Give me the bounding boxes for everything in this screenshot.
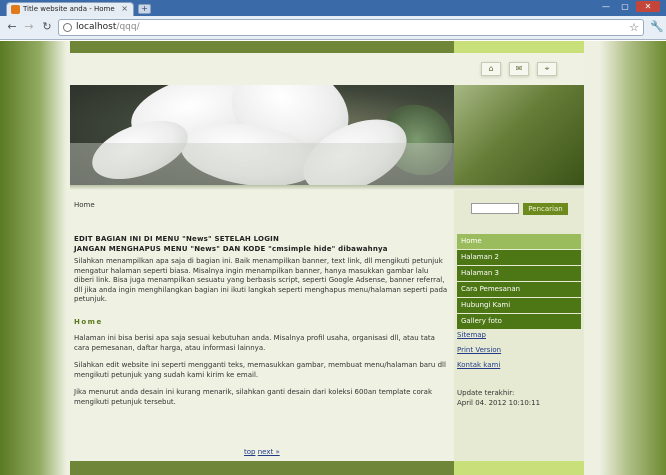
last-update: Update terakhir: April 04. 2012 10:10:11 <box>457 388 540 408</box>
menu-item-hubungi-kami[interactable]: Hubungi Kami <box>457 298 581 313</box>
top-bar <box>70 41 454 53</box>
browser-tab[interactable]: Title website anda - Home × <box>6 2 134 16</box>
window-maximize-button[interactable]: ▢ <box>617 1 633 12</box>
window-minimize-button[interactable]: — <box>598 1 614 12</box>
menu-item-halaman-3[interactable]: Halaman 3 <box>457 266 581 281</box>
search-button[interactable]: Pencarian <box>523 203 568 215</box>
favicon-icon <box>11 5 20 14</box>
sitemap-icon[interactable]: ⌖ <box>537 62 557 76</box>
kontak-kami-link[interactable]: Kontak kami <box>457 358 501 373</box>
menu-item-cara-pemesanan[interactable]: Cara Pemesanan <box>457 282 581 297</box>
sidebar: Pencarian Home Halaman 2 Halaman 3 Cara … <box>454 190 584 461</box>
page-viewport: ⌂ ✉ ⌖ Home EDIT BAGIAN INI DI MENU "News… <box>0 41 666 475</box>
bottom-bar <box>70 461 454 475</box>
home-icon[interactable]: ⌂ <box>481 62 501 76</box>
home-paragraph-1: Halaman ini bisa berisi apa saja sesuai … <box>74 334 435 352</box>
next-link[interactable]: next » <box>258 448 280 456</box>
edit-notice: EDIT BAGIAN INI DI MENU "News" SETELAH L… <box>74 234 450 254</box>
browser-titlebar: Title website anda - Home × + — ▢ ✕ <box>0 0 666 16</box>
address-bar[interactable]: localhost/qqq/ ☆ <box>58 19 644 36</box>
reload-icon[interactable]: ↻ <box>40 20 54 34</box>
menu-item-halaman-2[interactable]: Halaman 2 <box>457 250 581 265</box>
page-icon <box>63 23 72 32</box>
section-title: Home <box>74 318 103 326</box>
window-close-button[interactable]: ✕ <box>636 1 660 12</box>
top-bar-accent <box>454 41 584 53</box>
update-label: Update terakhir: <box>457 389 515 397</box>
browser-toolbar: ← → ↻ localhost/qqq/ ☆ 🔧 <box>0 16 666 40</box>
header-banner-image <box>70 85 454 185</box>
home-paragraph-2: Silahkan edit website ini seperti mengga… <box>74 361 446 379</box>
update-value: April 04. 2012 10:10:11 <box>457 399 541 407</box>
breadcrumb: Home <box>74 201 95 209</box>
tab-title: Title website anda - Home <box>23 5 115 13</box>
new-tab-button[interactable]: + <box>138 4 151 14</box>
back-arrow-icon[interactable]: ← <box>5 20 19 34</box>
search-input[interactable] <box>471 203 519 214</box>
intro-paragraph: Silahkan menampilkan apa saja di bagian … <box>74 257 448 303</box>
banner-fade <box>70 143 454 185</box>
bottom-bar-accent <box>454 461 584 475</box>
home-paragraph-3: Jika menurut anda desain ini kurang mena… <box>74 388 432 406</box>
notice-line-2: JANGAN MENGHAPUS MENU "News" DAN KODE "c… <box>74 245 388 253</box>
url-text[interactable]: localhost/qqq/ <box>76 22 140 32</box>
tab-close-icon[interactable]: × <box>121 4 128 13</box>
notice-line-1: EDIT BAGIAN INI DI MENU "News" SETELAH L… <box>74 235 280 243</box>
star-icon[interactable]: ☆ <box>629 21 639 34</box>
sidebar-links: Sitemap Print Version Kontak kami <box>457 328 501 373</box>
sitemap-link[interactable]: Sitemap <box>457 328 501 343</box>
print-version-link[interactable]: Print Version <box>457 343 501 358</box>
sidebar-menu: Home Halaman 2 Halaman 3 Cara Pemesanan … <box>457 234 581 330</box>
menu-item-gallery-foto[interactable]: Gallery foto <box>457 314 581 329</box>
url-host: localhost <box>76 22 117 32</box>
mail-icon[interactable]: ✉ <box>509 62 529 76</box>
url-path: /qqq/ <box>116 22 140 32</box>
wrench-icon[interactable]: 🔧 <box>650 20 664 33</box>
header-strip <box>70 53 584 85</box>
menu-item-home[interactable]: Home <box>457 234 581 249</box>
pager: top next » <box>244 448 280 456</box>
header-side-panel <box>454 85 584 185</box>
forward-arrow-icon[interactable]: → <box>22 20 36 34</box>
top-link[interactable]: top <box>244 448 255 456</box>
site-container: ⌂ ✉ ⌖ Home EDIT BAGIAN INI DI MENU "News… <box>70 41 584 475</box>
